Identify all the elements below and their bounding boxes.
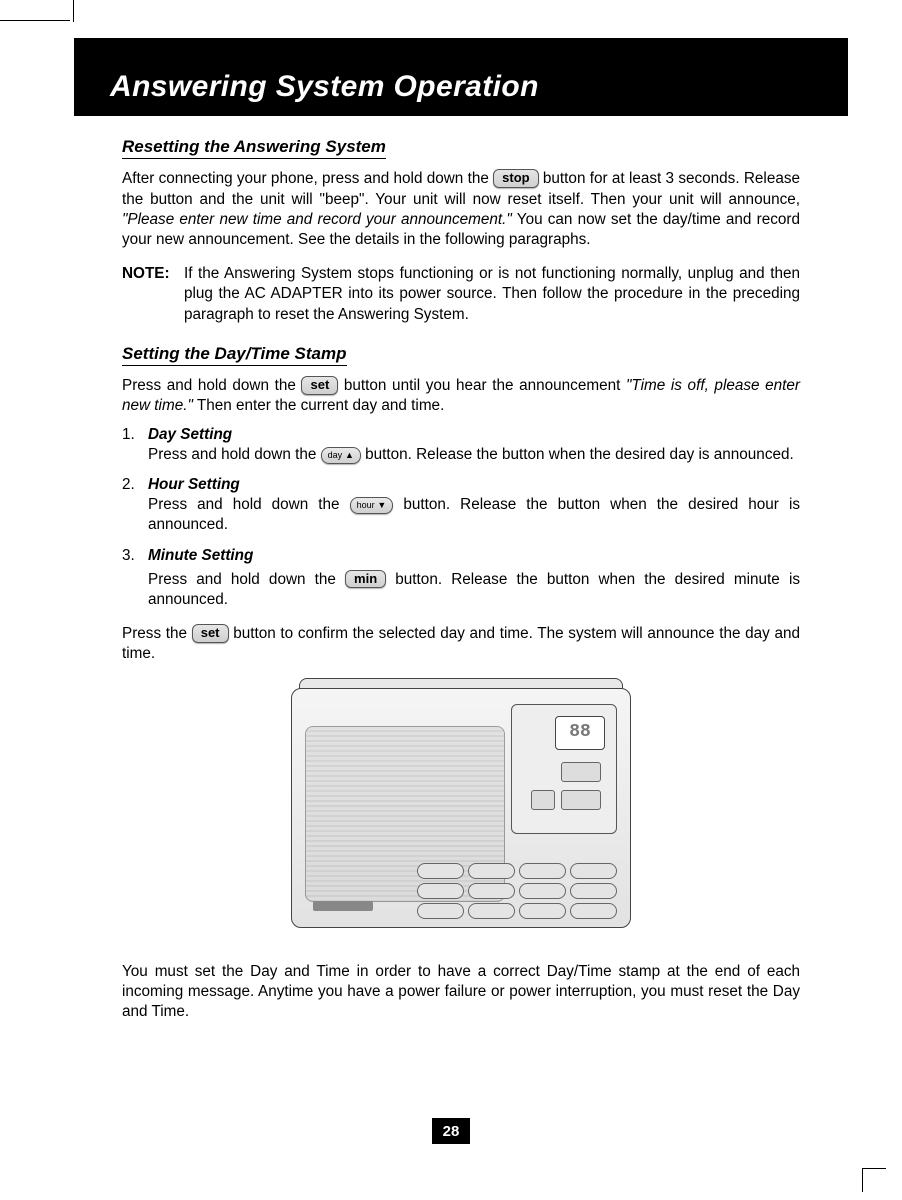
heading-resetting: Resetting the Answering System xyxy=(122,136,386,159)
para-confirm: Press the set button to confirm the sele… xyxy=(122,624,800,664)
page-number: 28 xyxy=(432,1118,470,1144)
device-logo xyxy=(313,901,373,911)
device-knob xyxy=(561,790,601,810)
day-button-icon: day ▲ xyxy=(321,447,361,464)
item-title: Hour Setting xyxy=(148,476,240,493)
set-button-icon: set xyxy=(301,376,338,395)
chapter-title: Answering System Operation xyxy=(110,70,539,104)
text: Press and hold down the xyxy=(122,377,301,394)
list-body: Minute Setting Press and hold down the m… xyxy=(148,546,800,611)
device-illustration: 88 xyxy=(291,678,631,933)
text: Press and hold down the xyxy=(148,496,350,513)
device-button-row xyxy=(417,863,617,919)
text: After connecting your phone, press and h… xyxy=(122,170,493,187)
list-num: 3. xyxy=(122,546,148,611)
stop-button-icon: stop xyxy=(493,169,538,188)
list-item: 1. Day Setting Press and hold down the d… xyxy=(122,425,800,465)
crop-mark-top-vert xyxy=(73,0,74,22)
text: button. Release the button when the desi… xyxy=(365,446,794,463)
device-illustration-wrap: 88 xyxy=(122,678,800,939)
para-reset-instructions: After connecting your phone, press and h… xyxy=(122,169,800,250)
text: Press and hold down the xyxy=(148,571,345,588)
device-knob xyxy=(561,762,601,782)
section-daytime: Setting the Day/Time Stamp Press and hol… xyxy=(122,343,800,1022)
text: Press and hold down the xyxy=(148,446,321,463)
note-block: NOTE: If the Answering System stops func… xyxy=(122,264,800,325)
list-body: Day Setting Press and hold down the day … xyxy=(148,425,800,465)
para-closing: You must set the Day and Time in order t… xyxy=(122,962,800,1023)
chapter-banner: Answering System Operation xyxy=(74,38,848,116)
section-resetting: Resetting the Answering System After con… xyxy=(122,136,800,325)
list-num: 1. xyxy=(122,425,148,465)
item-title: Minute Setting xyxy=(148,547,253,564)
set-button-icon: set xyxy=(192,624,229,643)
list-item: 3. Minute Setting Press and hold down th… xyxy=(122,546,800,611)
note-label: NOTE: xyxy=(122,264,184,325)
list-num: 2. xyxy=(122,475,148,536)
content-area: Resetting the Answering System After con… xyxy=(74,116,848,1022)
text: button until you hear the announcement xyxy=(344,377,626,394)
list-body: Hour Setting Press and hold down the hou… xyxy=(148,475,800,536)
crop-mark-bottom-right xyxy=(862,1168,886,1192)
text: Then enter the current day and time. xyxy=(197,397,444,414)
ordered-list: 1. Day Setting Press and hold down the d… xyxy=(122,425,800,611)
device-knob xyxy=(531,790,555,810)
item-title: Day Setting xyxy=(148,426,232,443)
hour-button-icon: hour ▼ xyxy=(350,497,394,514)
note-text: If the Answering System stops functionin… xyxy=(184,264,800,325)
para-daytime-intro: Press and hold down the set button until… xyxy=(122,376,800,416)
page: Answering System Operation Resetting the… xyxy=(74,38,848,1036)
text: Press the xyxy=(122,625,192,642)
device-lcd: 88 xyxy=(555,716,605,750)
min-button-icon: min xyxy=(345,570,386,589)
heading-daytime: Setting the Day/Time Stamp xyxy=(122,343,347,366)
list-item: 2. Hour Setting Press and hold down the … xyxy=(122,475,800,536)
page-number-value: 28 xyxy=(443,1123,460,1140)
text-italic: "Please enter new time and record your a… xyxy=(122,211,512,228)
crop-mark-top-horiz xyxy=(0,20,70,21)
